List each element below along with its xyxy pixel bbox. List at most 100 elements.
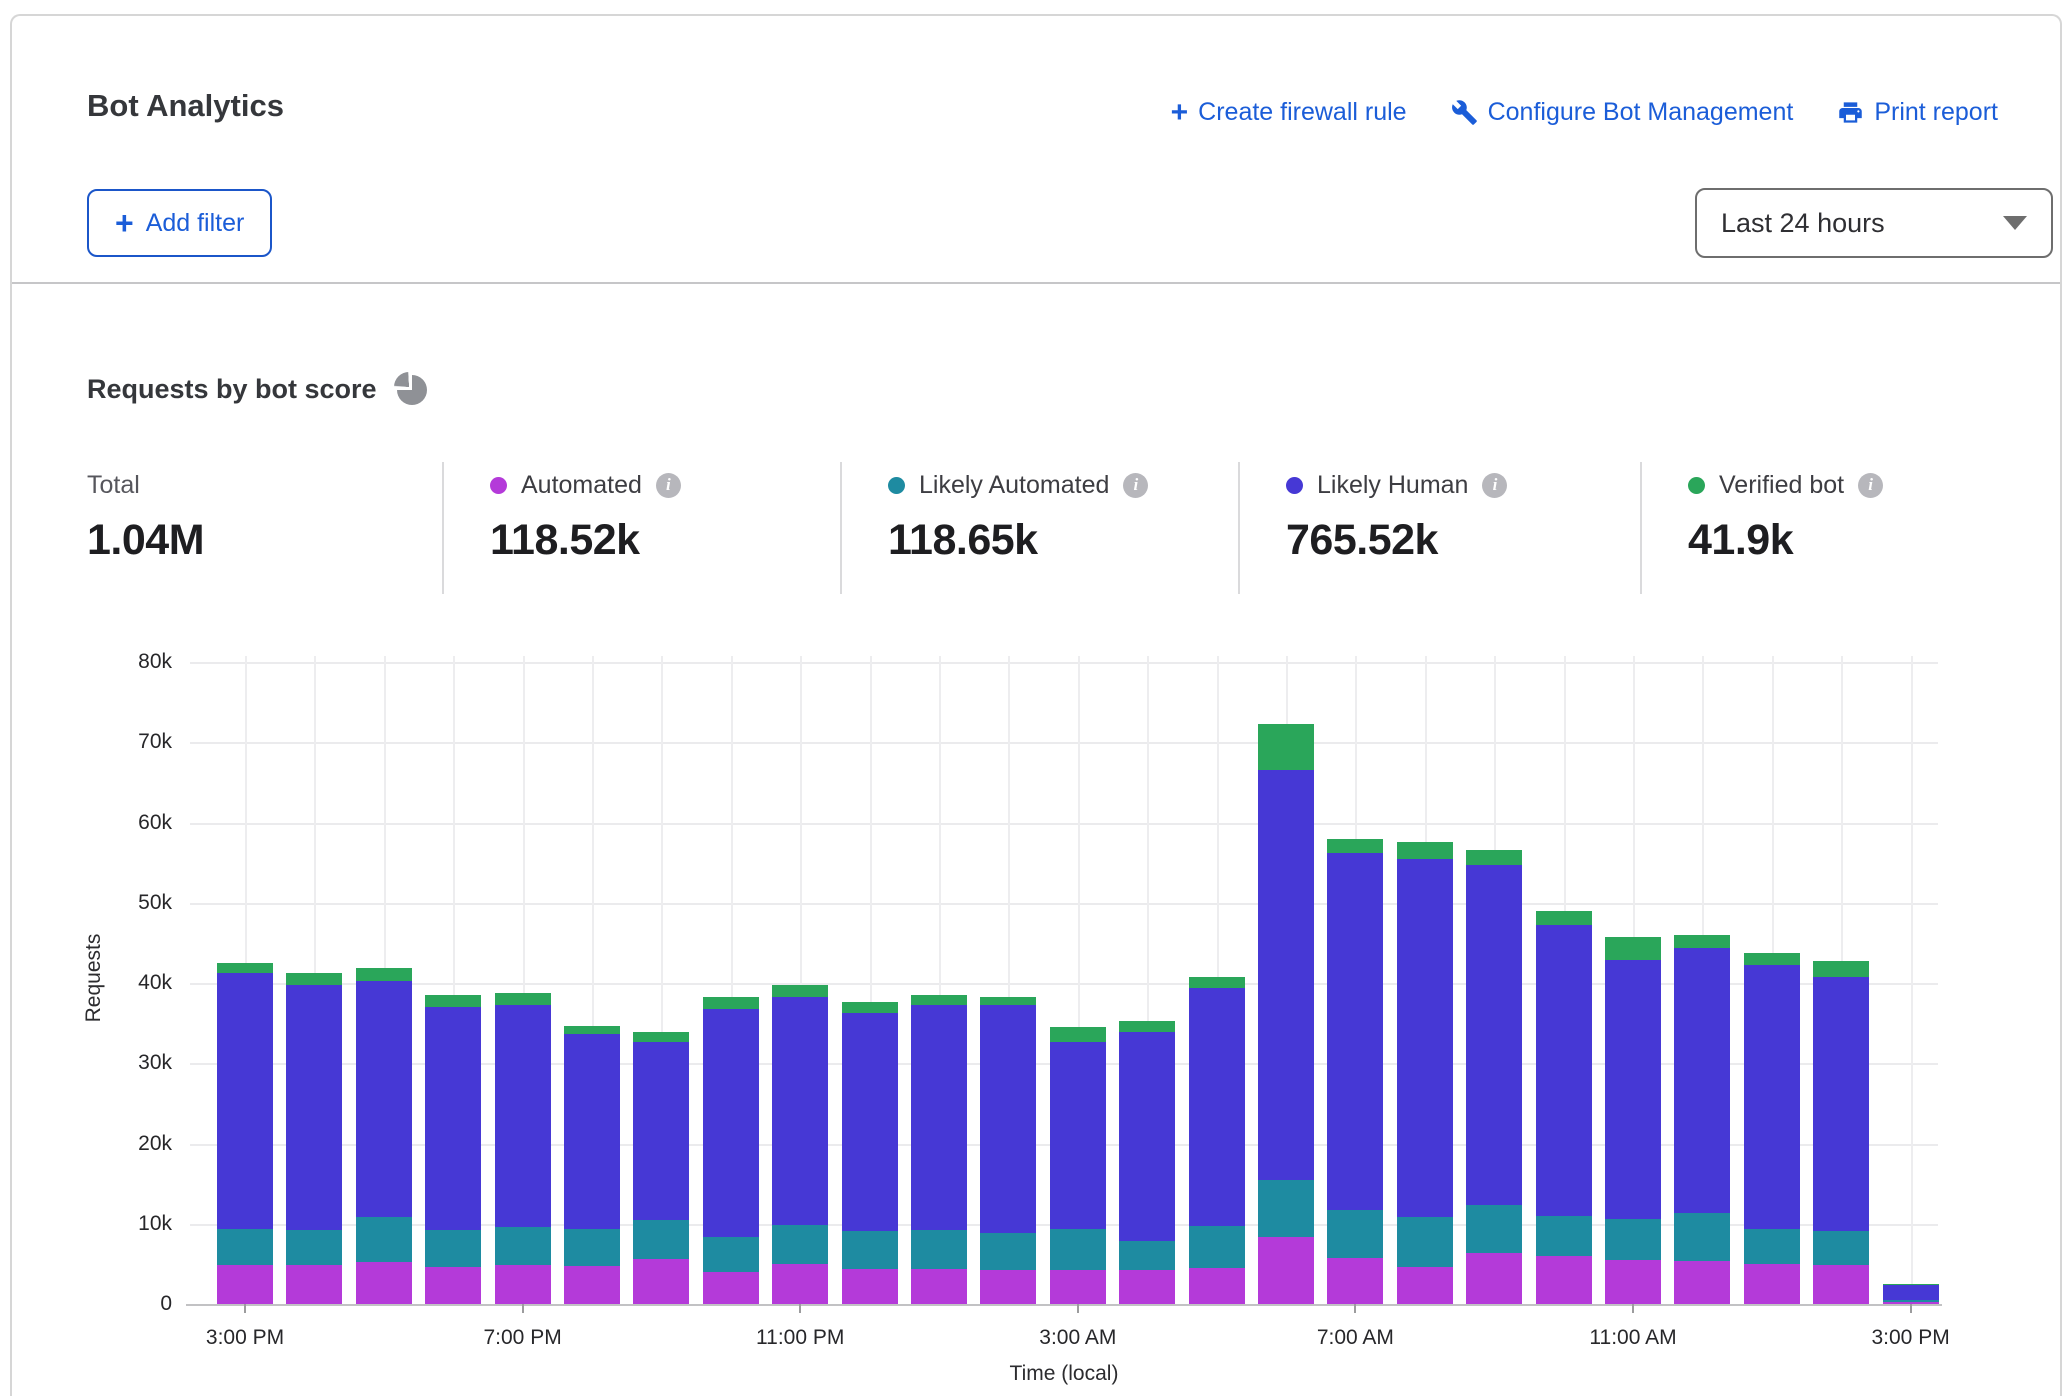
bar-segment-automated[interactable]: [356, 1262, 412, 1304]
bar-segment-verified-bot[interactable]: [286, 973, 342, 985]
bar-segment-automated[interactable]: [1605, 1260, 1661, 1304]
bar-segment-automated[interactable]: [217, 1265, 273, 1304]
bar-segment-verified-bot[interactable]: [1258, 724, 1314, 770]
time-range-select[interactable]: Last 24 hours: [1695, 188, 2053, 258]
bar-segment-likely-human[interactable]: [633, 1042, 689, 1220]
bar-segment-automated[interactable]: [703, 1272, 759, 1304]
bar-segment-likely-human[interactable]: [495, 1005, 551, 1226]
bar-segment-verified-bot[interactable]: [1397, 842, 1453, 859]
bar-segment-verified-bot[interactable]: [1050, 1027, 1106, 1041]
bar-segment-automated[interactable]: [1397, 1267, 1453, 1304]
bar-segment-likely-human[interactable]: [772, 997, 828, 1225]
bar-segment-verified-bot[interactable]: [1466, 850, 1522, 865]
info-icon[interactable]: i: [1123, 473, 1148, 498]
bar-segment-likely-human[interactable]: [1189, 988, 1245, 1226]
bar-segment-verified-bot[interactable]: [564, 1026, 620, 1035]
bar-segment-likely-human[interactable]: [1883, 1285, 1939, 1300]
bar-segment-likely-automated[interactable]: [1327, 1210, 1383, 1258]
bar-segment-likely-automated[interactable]: [356, 1217, 412, 1262]
bar-segment-verified-bot[interactable]: [217, 963, 273, 973]
bar-segment-likely-automated[interactable]: [286, 1230, 342, 1265]
bar-segment-likely-human[interactable]: [356, 981, 412, 1217]
bar-segment-likely-automated[interactable]: [1466, 1205, 1522, 1252]
bar-segment-likely-automated[interactable]: [703, 1237, 759, 1272]
bar-segment-automated[interactable]: [1119, 1270, 1175, 1304]
bar-segment-verified-bot[interactable]: [425, 995, 481, 1007]
bar-segment-verified-bot[interactable]: [356, 968, 412, 982]
bar-segment-verified-bot[interactable]: [1119, 1021, 1175, 1032]
bar-segment-verified-bot[interactable]: [1189, 977, 1245, 988]
bar-segment-automated[interactable]: [1813, 1265, 1869, 1304]
bar-segment-likely-automated[interactable]: [1883, 1300, 1939, 1302]
bar-segment-likely-human[interactable]: [1744, 965, 1800, 1228]
bar-segment-likely-automated[interactable]: [1258, 1180, 1314, 1236]
bar-segment-likely-human[interactable]: [217, 973, 273, 1229]
bar-segment-likely-human[interactable]: [703, 1009, 759, 1238]
bar-segment-likely-human[interactable]: [1605, 960, 1661, 1219]
bar-segment-automated[interactable]: [425, 1267, 481, 1304]
bar-segment-verified-bot[interactable]: [703, 997, 759, 1008]
bar-segment-automated[interactable]: [564, 1266, 620, 1304]
bar-segment-automated[interactable]: [1744, 1264, 1800, 1304]
bar-segment-likely-human[interactable]: [1119, 1032, 1175, 1241]
bar-segment-verified-bot[interactable]: [1536, 911, 1592, 925]
bar-segment-likely-automated[interactable]: [1536, 1216, 1592, 1256]
info-icon[interactable]: i: [1858, 473, 1883, 498]
add-filter-button[interactable]: + Add filter: [87, 189, 272, 257]
bar-segment-automated[interactable]: [772, 1264, 828, 1304]
info-icon[interactable]: i: [1482, 473, 1507, 498]
bar-segment-likely-automated[interactable]: [1119, 1241, 1175, 1271]
bar-segment-verified-bot[interactable]: [980, 997, 1036, 1006]
bar-segment-likely-human[interactable]: [1674, 948, 1730, 1214]
bar-segment-likely-automated[interactable]: [911, 1230, 967, 1269]
bar-segment-verified-bot[interactable]: [911, 995, 967, 1005]
bar-segment-likely-automated[interactable]: [1605, 1219, 1661, 1260]
bar-segment-likely-human[interactable]: [425, 1007, 481, 1230]
bar-segment-likely-human[interactable]: [286, 985, 342, 1231]
info-icon[interactable]: i: [656, 473, 681, 498]
bar-segment-automated[interactable]: [1258, 1237, 1314, 1304]
bar-segment-verified-bot[interactable]: [1327, 839, 1383, 853]
bar-segment-verified-bot[interactable]: [1674, 935, 1730, 948]
bar-segment-likely-human[interactable]: [1466, 865, 1522, 1205]
bar-segment-likely-human[interactable]: [1258, 770, 1314, 1181]
bar-segment-likely-automated[interactable]: [633, 1220, 689, 1259]
bar-segment-automated[interactable]: [286, 1265, 342, 1304]
bar-segment-likely-human[interactable]: [1050, 1042, 1106, 1229]
bar-segment-verified-bot[interactable]: [842, 1002, 898, 1012]
bar-segment-verified-bot[interactable]: [1605, 937, 1661, 959]
bar-segment-likely-automated[interactable]: [842, 1231, 898, 1269]
bar-segment-verified-bot[interactable]: [1813, 961, 1869, 977]
bar-segment-likely-human[interactable]: [980, 1005, 1036, 1232]
bar-segment-likely-automated[interactable]: [217, 1229, 273, 1265]
bar-segment-automated[interactable]: [1466, 1253, 1522, 1304]
bar-segment-likely-human[interactable]: [1536, 925, 1592, 1216]
bar-segment-likely-human[interactable]: [1397, 859, 1453, 1218]
bar-segment-likely-automated[interactable]: [495, 1227, 551, 1265]
bar-segment-automated[interactable]: [1050, 1270, 1106, 1304]
bar-segment-likely-automated[interactable]: [1813, 1231, 1869, 1265]
bar-segment-likely-automated[interactable]: [1744, 1229, 1800, 1264]
bar-segment-verified-bot[interactable]: [633, 1032, 689, 1042]
bar-segment-automated[interactable]: [911, 1269, 967, 1304]
bar-segment-automated[interactable]: [1189, 1268, 1245, 1304]
bar-segment-likely-automated[interactable]: [425, 1230, 481, 1267]
bar-segment-likely-automated[interactable]: [1674, 1213, 1730, 1260]
bar-segment-automated[interactable]: [1674, 1261, 1730, 1304]
bar-segment-verified-bot[interactable]: [772, 985, 828, 996]
bar-segment-likely-automated[interactable]: [1397, 1217, 1453, 1267]
bar-segment-likely-automated[interactable]: [1050, 1229, 1106, 1271]
bar-segment-likely-human[interactable]: [564, 1034, 620, 1228]
bar-segment-likely-automated[interactable]: [772, 1225, 828, 1264]
bar-segment-likely-automated[interactable]: [980, 1233, 1036, 1271]
bar-segment-automated[interactable]: [633, 1259, 689, 1304]
bar-segment-automated[interactable]: [980, 1270, 1036, 1304]
bar-segment-likely-automated[interactable]: [564, 1229, 620, 1267]
bar-segment-automated[interactable]: [1536, 1256, 1592, 1304]
bar-segment-likely-human[interactable]: [1813, 977, 1869, 1231]
create-firewall-rule-link[interactable]: + Create firewall rule: [1171, 98, 1407, 127]
bar-segment-likely-human[interactable]: [911, 1005, 967, 1230]
bar-segment-verified-bot[interactable]: [1744, 953, 1800, 966]
bar-segment-automated[interactable]: [495, 1265, 551, 1304]
print-report-link[interactable]: Print report: [1837, 98, 1998, 127]
